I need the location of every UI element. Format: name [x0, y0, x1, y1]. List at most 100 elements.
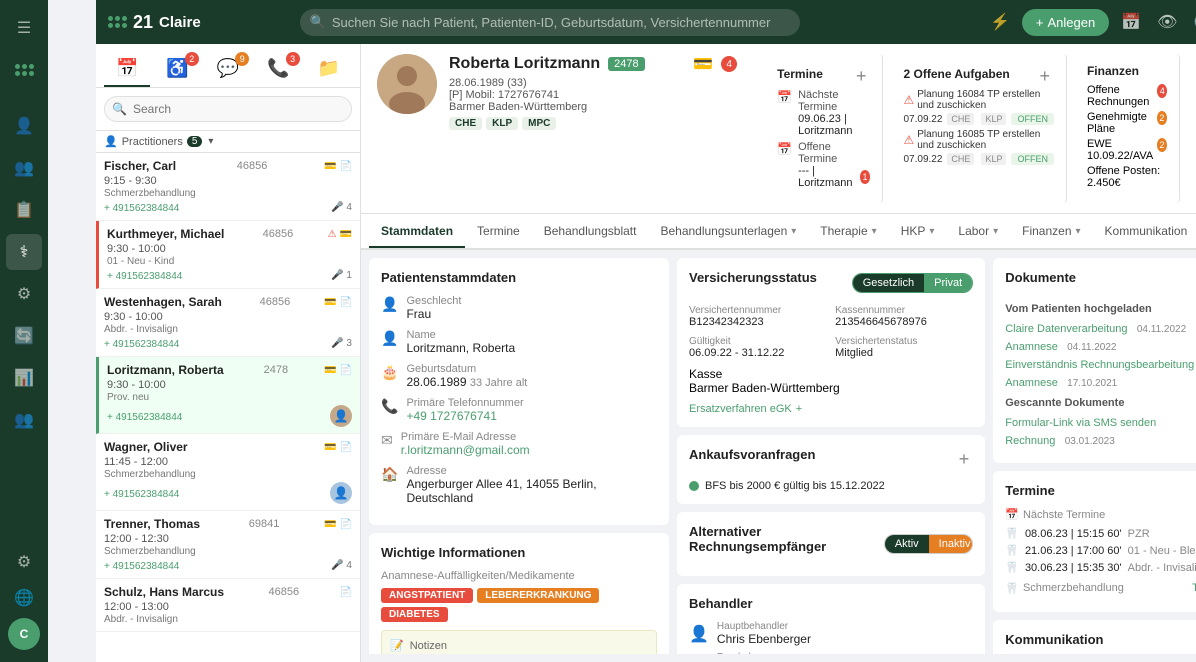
nav-reports-icon[interactable]: 📋	[6, 192, 42, 228]
nav-menu-icon[interactable]: ☰	[6, 10, 42, 46]
ersatz-link[interactable]: Ersatzverfahren eGK +	[689, 403, 973, 415]
ankauf-add-btn[interactable]: +	[955, 447, 974, 472]
aktiv-btn[interactable]: Aktiv	[885, 535, 929, 553]
green-status-dot	[689, 481, 699, 491]
patient-list-tabs: 📅 ♿2 💬9 📞3 📁	[96, 44, 360, 88]
tab-wheelchair[interactable]: ♿2	[154, 52, 200, 87]
termin-planen-btn[interactable]: Termin planen +	[1192, 580, 1196, 596]
patient-item[interactable]: Westenhagen, Sarah 46856 💳 📄 9:30 - 10:0…	[96, 289, 360, 357]
patient-header-details: 28.06.1989 (33) [P] Mobil: 1727676741 Ba…	[449, 77, 737, 113]
patient-item[interactable]: Fischer, Carl 46856 💳 📄 9:15 - 9:30 Schm…	[96, 153, 360, 221]
inaktiv-btn[interactable]: Inaktiv	[929, 535, 974, 553]
phone-link[interactable]: +49 1727676741	[406, 409, 496, 423]
nav-settings2-icon[interactable]: ⚙	[6, 544, 42, 580]
patient-item[interactable]: Schulz, Hans Marcus 46856 📄 12:00 - 13:0…	[96, 579, 360, 632]
nav-settings-icon[interactable]: ⚙	[6, 276, 42, 312]
dokumente-card: Dokumente 🔍 💾 + Vom Patienten hochgelade…	[993, 258, 1196, 463]
privat-btn[interactable]: Privat	[924, 274, 972, 292]
email-link[interactable]: r.loritzmann@gmail.com	[401, 443, 530, 457]
nav-team-icon[interactable]: 👥	[6, 402, 42, 438]
search-input[interactable]	[300, 9, 800, 36]
practitioners-bar[interactable]: 👤 Practitioners 5 ▾	[96, 131, 360, 153]
ankauf-card: Ankaufsvoranfragen + BFS bis 2000 € gült…	[677, 435, 985, 504]
nav-analytics-icon[interactable]: 📊	[6, 360, 42, 396]
tab-chat[interactable]: 💬9	[205, 52, 251, 87]
doc-link1[interactable]: Claire Datenverarbeitung	[1005, 323, 1127, 335]
practitioners-count: 5	[187, 136, 203, 147]
patient-item[interactable]: Kurthmeyer, Michael 46856 ⚠ 💳 9:30 - 10:…	[96, 221, 360, 289]
practitioners-icon: 👤	[104, 135, 118, 148]
main-content: 📅 ♿2 💬9 📞3 📁 🔍 👤 Practitioners 5	[96, 44, 1196, 662]
card-icon3: 💳	[324, 442, 336, 453]
tab-termine[interactable]: Termine	[465, 216, 532, 248]
nav-patients-icon[interactable]: 👥	[6, 150, 42, 186]
summary-termine: Termine + 📅 Nächste Termine 09.06.23 | L…	[765, 54, 883, 203]
tab-folder[interactable]: 📁	[306, 52, 352, 87]
tab-stammdaten[interactable]: Stammdaten	[369, 216, 465, 248]
avatar-image	[377, 54, 437, 114]
nav-globe-icon[interactable]: 🌐	[6, 580, 42, 616]
nav-active-icon[interactable]: ⚕	[6, 234, 42, 270]
tab-behandlungsblatt[interactable]: Behandlungsblatt	[532, 216, 649, 248]
doc-link4[interactable]: Anamnese	[1005, 377, 1058, 389]
gescannte-title: Gescannte Dokumente	[1005, 397, 1196, 409]
calendar-icon[interactable]: 📅	[1117, 8, 1145, 36]
offene-termine-row: 🦷 Schmerzbehandlung Termin planen +	[1005, 580, 1196, 596]
tab-finanzen[interactable]: Finanzen ▾	[1010, 216, 1092, 248]
tag-che: CHE	[449, 117, 482, 130]
doc-link2[interactable]: Anamnese	[1005, 341, 1058, 353]
nav-patient-icon[interactable]: 👤	[6, 108, 42, 144]
notiz-label: Notizen	[410, 640, 447, 652]
tab-calendar[interactable]: 📅	[104, 52, 150, 87]
offene-label: Offene Termine	[798, 141, 870, 165]
behandler-proph: 👤 Prophylaxe Klaudia Perbandt	[689, 652, 973, 654]
patient-item-selected[interactable]: Loritzmann, Roberta 2478 💳 📄 9:30 - 10:0…	[96, 357, 360, 434]
nav-avatar[interactable]: C	[6, 616, 42, 652]
wichtige-info-card: Wichtige Informationen Anamnese-Auffälli…	[369, 533, 669, 654]
field-email: ✉ Primäre E-Mail Adresse r.loritzmann@gm…	[381, 431, 657, 457]
nav-refresh-icon[interactable]: 🔄	[6, 318, 42, 354]
filter-icon[interactable]: ⚡	[986, 8, 1014, 36]
patient-time: 9:15 - 9:30	[104, 175, 352, 187]
doc-header: Dokumente 🔍 💾 +	[1005, 270, 1196, 295]
tab-hkp[interactable]: HKP ▾	[889, 216, 947, 248]
termine-right-title: Termine	[1005, 483, 1055, 498]
doc-link3[interactable]: Einverständnis Rechnungsbearbeitung	[1005, 359, 1194, 371]
anlegen-button[interactable]: + Anlegen	[1022, 9, 1109, 36]
card-icon5: 📄	[340, 587, 352, 598]
tooth-icon3: 🦷	[1005, 561, 1019, 574]
tab-therapie[interactable]: Therapie ▾	[808, 216, 888, 248]
offen-btn[interactable]: OFFEN	[1011, 113, 1054, 125]
offen-btn2[interactable]: OFFEN	[1011, 153, 1054, 165]
task-item: ⚠ Planung 16084 TP erstellen und zuschic…	[903, 89, 1053, 125]
tooth-icon4: 🦷	[1005, 582, 1019, 595]
aufgaben-add-btn[interactable]: +	[1035, 64, 1054, 89]
doc-date4: 17.10.2021	[1067, 378, 1117, 389]
card-icon2: 💳	[324, 365, 336, 376]
fin-badge2: 2	[1157, 111, 1168, 125]
tab-behandlungsunterlagen[interactable]: Behandlungsunterlagen ▾	[648, 216, 808, 248]
patient-item[interactable]: Trenner, Thomas 69841 💳 📄 12:00 - 12:30 …	[96, 511, 360, 579]
alert-icon: ⚠	[328, 229, 337, 240]
patient-header-id: 2478	[608, 57, 644, 71]
task-tag2: KLP	[981, 113, 1006, 125]
tab-phone[interactable]: 📞3	[255, 52, 301, 87]
stammdaten-title: Patientenstammdaten	[381, 270, 657, 285]
tab-labor[interactable]: Labor ▾	[946, 216, 1010, 248]
doc-link5[interactable]: Formular-Link via SMS senden	[1005, 417, 1156, 429]
patient-time: 11:45 - 12:00	[104, 456, 352, 468]
termine-item3: 🦷 30.06.23 | 15:35 30' Abdr. - Invisalig…	[1005, 561, 1196, 574]
termine-item1: 🦷 08.06.23 | 15:15 60' PZR	[1005, 527, 1196, 540]
patient-avatar-sm2: 👤	[330, 482, 352, 504]
patient-item[interactable]: Wagner, Oliver 💳 📄 11:45 - 12:00 Schmerz…	[96, 434, 360, 511]
history-icon[interactable]: 🕐	[1189, 8, 1196, 36]
task-item2: ⚠ Planung 16085 TP erstellen und zuschic…	[903, 129, 1053, 165]
vom-patienten-title: Vom Patienten hochgeladen	[1005, 303, 1196, 315]
patient-search-input[interactable]	[104, 96, 352, 122]
gesetzlich-btn[interactable]: Gesetzlich	[853, 274, 924, 292]
field-geburt: 🎂 Geburtsdatum 28.06.1989 33 Jahre alt	[381, 363, 657, 389]
eye-icon[interactable]: 👁	[1153, 8, 1181, 36]
tab-kommunikation[interactable]: Kommunikation	[1093, 216, 1196, 248]
doc-link6[interactable]: Rechnung	[1005, 435, 1055, 447]
termine-add-btn[interactable]: +	[852, 64, 871, 89]
